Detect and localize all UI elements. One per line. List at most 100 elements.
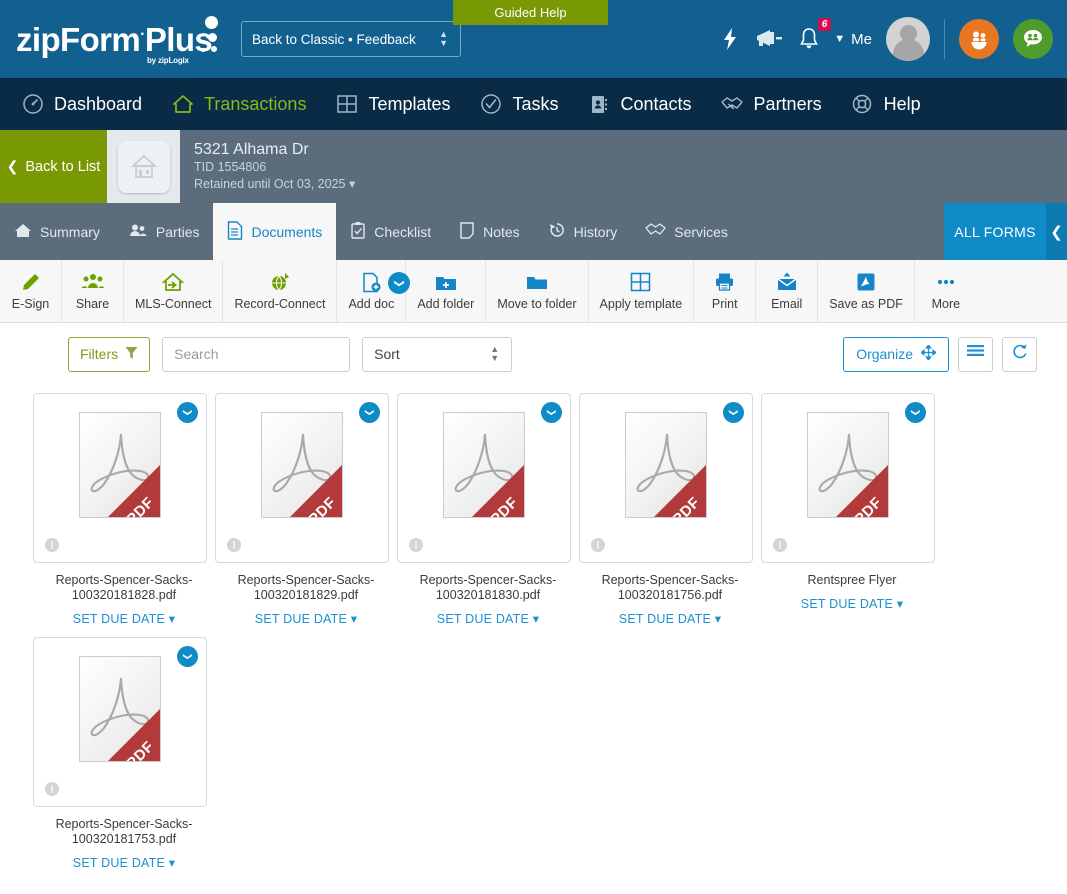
document-menu-button[interactable]: ❯ [177, 646, 198, 667]
avatar[interactable] [886, 17, 930, 61]
pdf-icon [856, 271, 876, 293]
document-status-indicator[interactable] [45, 782, 59, 796]
document-menu-button[interactable]: ❯ [177, 402, 198, 423]
toolbar-label: E-Sign [11, 297, 50, 311]
nav-item-help[interactable]: Help [850, 92, 921, 117]
document-toolbar: E-Sign Share MLS-Connect Record-Connect … [0, 260, 1067, 323]
tab-parties[interactable]: Parties [114, 203, 214, 260]
document-menu-button[interactable]: ❯ [905, 402, 926, 423]
toolbar-share-button[interactable]: Share [62, 260, 124, 322]
document-filter-bar: Filters Sort ▲▼ Organize [0, 323, 1067, 385]
toolbar-apply-template-button[interactable]: Apply template [589, 260, 695, 322]
bell-icon[interactable]: 6 [798, 18, 832, 51]
document-status-indicator[interactable] [409, 538, 423, 552]
header-actions: 6 ▼ Me [720, 17, 1067, 61]
document-status-indicator[interactable] [773, 538, 787, 552]
document-card[interactable]: PDF ❯ [215, 393, 389, 563]
toolbar-more-button[interactable]: More [915, 260, 977, 322]
envelope-up-icon [776, 271, 798, 293]
document-menu-button[interactable]: ❯ [359, 402, 380, 423]
nav-item-partners[interactable]: Partners [720, 92, 822, 117]
nav-item-transactions[interactable]: Transactions [170, 92, 306, 117]
chevron-updown-icon: ▲ ▼ [439, 28, 448, 48]
app-logo[interactable]: zipForm·Plus by zipLogix [16, 15, 221, 65]
document-card[interactable]: PDF ❯ [579, 393, 753, 563]
partners-circle-icon[interactable] [959, 19, 999, 59]
tab-notes[interactable]: Notes [445, 203, 534, 260]
document-cell: PDF ❯ Reports-Spencer-Sacks-100320181828.p… [33, 393, 215, 626]
transaction-retained[interactable]: Retained until Oct 03, 2025 ▾ [194, 176, 355, 193]
grid-icon [334, 92, 359, 117]
transaction-info: 5321 Alhama Dr TID 1554806 Retained unti… [180, 130, 355, 203]
history-icon [548, 221, 566, 242]
megaphone-icon[interactable] [754, 27, 784, 51]
document-name: Reports-Spencer-Sacks-100320181753.pdf [55, 817, 193, 846]
people-icon [128, 222, 148, 242]
toolbar-record-connect-button[interactable]: Record-Connect [223, 260, 338, 322]
document-status-indicator[interactable] [227, 538, 241, 552]
tab-label-notes: Notes [483, 223, 520, 240]
document-card[interactable]: PDF ❯ [397, 393, 571, 563]
document-cell: PDF ❯ Reports-Spencer-Sacks-100320181830.p… [397, 393, 579, 626]
document-card[interactable]: PDF ❯ [33, 637, 207, 807]
set-due-date-button[interactable]: SET DUE DATE ▾ [579, 611, 761, 626]
grid-icon [630, 271, 651, 293]
document-status-indicator[interactable] [591, 538, 605, 552]
document-card[interactable]: PDF ❯ [33, 393, 207, 563]
set-due-date-label: SET DUE DATE [436, 612, 530, 626]
toolbar-save-as-pdf-button[interactable]: Save as PDF [818, 260, 915, 322]
set-due-date-button[interactable]: SET DUE DATE ▾ [33, 611, 215, 626]
transaction-menu-button[interactable]: ❯ [388, 272, 410, 294]
document-menu-button[interactable]: ❯ [723, 402, 744, 423]
document-cell: PDF ❯ Rentspree Flyer SET DUE DATE ▾ [761, 393, 943, 626]
tab-checklist[interactable]: Checklist [336, 203, 445, 260]
nav-item-contacts[interactable]: Contacts [587, 92, 692, 117]
filters-button[interactable]: Filters [68, 336, 151, 372]
back-to-list-button[interactable]: ❮ Back to List [0, 130, 107, 203]
collapse-panel-button[interactable]: ❮ [1046, 203, 1067, 260]
tab-label-documents: Documents [251, 223, 323, 240]
tab-services[interactable]: Services [631, 203, 742, 260]
document-status-indicator[interactable] [45, 538, 59, 552]
all-forms-button[interactable]: ALL FORMS [944, 203, 1046, 260]
chevron-down-icon: ❯ [393, 278, 405, 288]
list-view-button[interactable] [958, 336, 993, 372]
search-input[interactable] [162, 336, 351, 372]
toolbar-add-folder-button[interactable]: Add folder [406, 260, 487, 322]
toolbar-print-button[interactable]: Print [694, 260, 757, 322]
community-circle-icon[interactable] [1013, 19, 1053, 59]
set-due-date-button[interactable]: SET DUE DATE ▾ [397, 611, 579, 626]
pdf-thumbnail-icon: PDF [807, 412, 889, 518]
toolbar-esign-button[interactable]: E-Sign [0, 260, 62, 322]
guided-help-button[interactable]: Guided Help [453, 0, 608, 25]
set-due-date-button[interactable]: SET DUE DATE ▾ [33, 855, 215, 870]
chevron-left-icon: ❮ [1050, 223, 1063, 241]
set-due-date-button[interactable]: SET DUE DATE ▾ [761, 596, 943, 611]
nav-item-dashboard[interactable]: Dashboard [20, 92, 142, 117]
folder-icon [526, 271, 548, 293]
sort-select[interactable]: Sort ▲ ▼ [362, 336, 513, 372]
tab-summary[interactable]: Summary [0, 203, 114, 260]
list-view-icon [967, 344, 984, 364]
toolbar-label: Save as PDF [829, 297, 903, 311]
set-due-date-button[interactable]: SET DUE DATE ▾ [215, 611, 397, 626]
toolbar-email-button[interactable]: Email [756, 260, 819, 322]
transaction-header: ❮ Back to List 5321 Alhama Dr TID 155480… [0, 130, 1067, 294]
document-menu-button[interactable]: ❯ [541, 402, 562, 423]
document-card[interactable]: PDF ❯ [761, 393, 935, 563]
set-due-date-label: SET DUE DATE [800, 597, 894, 611]
toolbar-mls-connect-button[interactable]: MLS-Connect [124, 260, 224, 322]
me-menu[interactable]: ▼ Me [834, 31, 872, 48]
tab-history[interactable]: History [534, 203, 632, 260]
refresh-button[interactable] [1002, 336, 1037, 372]
nav-item-templates[interactable]: Templates [334, 92, 450, 117]
tab-documents[interactable]: Documents [213, 203, 337, 260]
nav-item-tasks[interactable]: Tasks [478, 92, 559, 117]
organize-button[interactable]: Organize [843, 336, 949, 372]
guided-help-label: Guided Help [494, 5, 567, 20]
bolt-icon[interactable] [720, 27, 740, 51]
pen-icon [21, 271, 41, 293]
back-to-classic-select[interactable]: Back to Classic • Feedback ▲ ▼ [241, 21, 461, 57]
transaction-thumbnail [107, 130, 180, 203]
toolbar-move-to-folder-button[interactable]: Move to folder [486, 260, 589, 322]
